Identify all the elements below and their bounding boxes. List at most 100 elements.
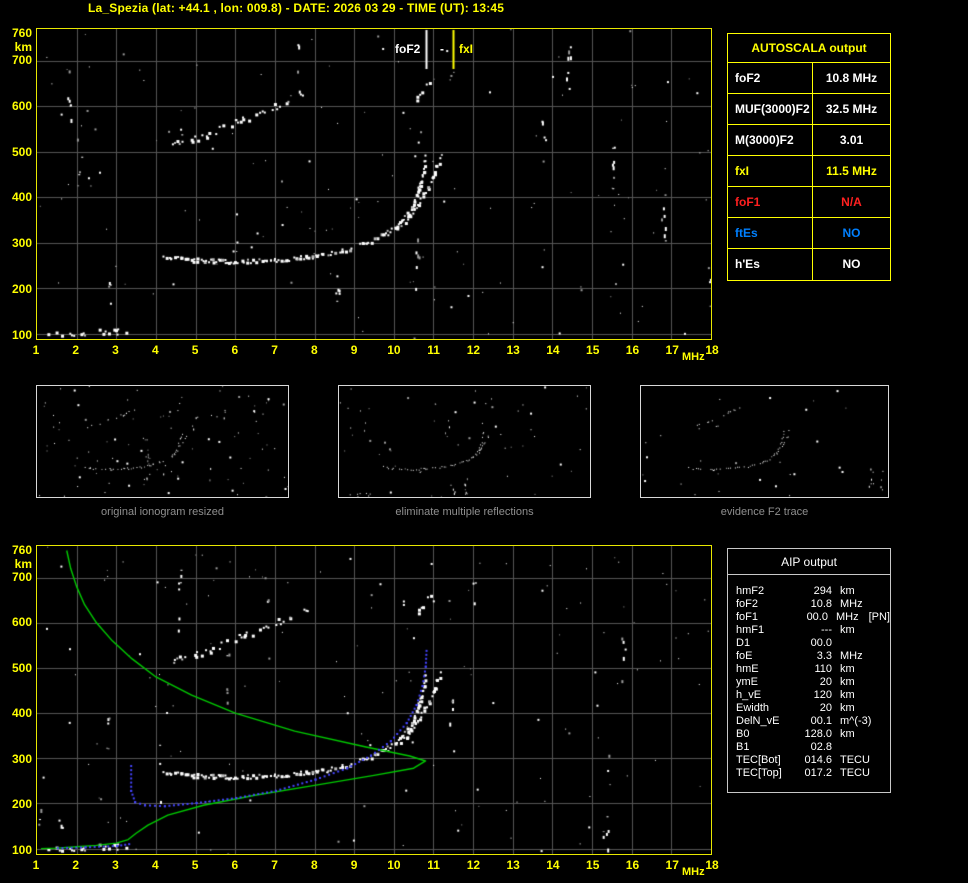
autoscala-row: foF1N/A — [728, 187, 890, 218]
station-header: La_Spezia (lat: +44.1 , lon: 009.8) - DA… — [88, 1, 504, 15]
x-tick-label: 1 — [24, 343, 48, 357]
autoscala-row-label: MUF(3000)F2 — [728, 94, 813, 124]
ionogram-plot-top — [36, 28, 712, 340]
aip-unit: MHz — [836, 611, 859, 624]
x-axis-unit-label: MHz — [682, 351, 705, 363]
autoscala-row: h'EsNO — [728, 249, 890, 280]
autoscala-row: ftEsNO — [728, 218, 890, 249]
aip-value: 20 — [794, 676, 832, 689]
aip-unit: km — [840, 585, 855, 598]
autoscala-table: AUTOSCALA output foF210.8 MHzMUF(3000)F2… — [727, 33, 891, 281]
autoscala-row-value: NO — [813, 249, 890, 280]
y-tick-label: 760 — [2, 26, 32, 40]
aip-value: 02.8 — [794, 741, 832, 754]
aip-value: 10.8 — [794, 598, 832, 611]
aip-row: h_vE120km — [736, 689, 890, 702]
x-tick-label: 11 — [422, 343, 446, 357]
thumbnail-original-canvas — [37, 386, 288, 497]
aip-unit: km — [840, 676, 855, 689]
autoscala-row-value: N/A — [813, 187, 890, 217]
aip-value: 294 — [794, 585, 832, 598]
autoscala-table-header: AUTOSCALA output — [728, 34, 890, 63]
aip-row: hmE110km — [736, 663, 890, 676]
aip-unit: MHz — [840, 650, 863, 663]
autoscala-table-rows: foF210.8 MHzMUF(3000)F232.5 MHzM(3000)F2… — [728, 63, 890, 280]
x-tick-label: 7 — [263, 858, 287, 872]
aip-unit: km — [840, 624, 855, 637]
x-tick-label: 17 — [660, 858, 684, 872]
x-tick-label: 11 — [422, 858, 446, 872]
autoscala-row-value: 10.8 MHz — [813, 63, 890, 93]
aip-label: TEC[Bot] — [736, 754, 794, 767]
x-tick-label: 4 — [143, 343, 167, 357]
autoscala-row-label: ftEs — [728, 218, 813, 248]
x-tick-label: 3 — [104, 858, 128, 872]
aip-unit: km — [840, 689, 855, 702]
autoscala-row-value: 11.5 MHz — [813, 156, 890, 186]
autoscala-row-label: foF2 — [728, 63, 813, 93]
y-tick-label: 300 — [2, 752, 32, 766]
aip-value: 00.0 — [794, 637, 832, 650]
aip-table: AIP output hmF2294kmfoF210.8MHzfoF100.0M… — [727, 548, 891, 793]
x-tick-label: 1 — [24, 858, 48, 872]
x-tick-label: 16 — [620, 343, 644, 357]
aip-label: foF1 — [736, 611, 792, 624]
thumbnail-no-multiples-canvas — [339, 386, 590, 497]
fof2-marker-label: foF2 — [395, 42, 420, 56]
aip-row: DelN_vE00.1m^(-3) — [736, 715, 890, 728]
autoscala-row-label: foF1 — [728, 187, 813, 217]
aip-value: 3.3 — [794, 650, 832, 663]
x-tick-label: 13 — [501, 343, 525, 357]
y-tick-label: 200 — [2, 282, 32, 296]
aip-unit: TECU — [840, 767, 870, 780]
aip-label: ymE — [736, 676, 794, 689]
thumbnail-f2-trace-caption: evidence F2 trace — [640, 506, 889, 518]
autoscala-row: fxI11.5 MHz — [728, 156, 890, 187]
y-tick-label: 400 — [2, 190, 32, 204]
aip-label: h_vE — [736, 689, 794, 702]
autoscala-row: MUF(3000)F232.5 MHz — [728, 94, 890, 125]
x-tick-label: 12 — [461, 343, 485, 357]
x-tick-label: 6 — [223, 343, 247, 357]
aip-unit: km — [840, 702, 855, 715]
thumbnail-original-caption: original ionogram resized — [36, 506, 289, 518]
aip-label: Ewidth — [736, 702, 794, 715]
thumbnail-no-multiples — [338, 385, 591, 498]
x-tick-label: 6 — [223, 858, 247, 872]
x-tick-label: 13 — [501, 858, 525, 872]
aip-row: TEC[Bot]014.6TECU — [736, 754, 890, 767]
ionogram-plot-bottom — [36, 545, 712, 855]
aip-label: hmE — [736, 663, 794, 676]
autoscala-row-label: fxI — [728, 156, 813, 186]
aip-table-rows: hmF2294kmfoF210.8MHzfoF100.0MHz[PN]hmF1-… — [728, 575, 890, 780]
autoscala-row: foF210.8 MHz — [728, 63, 890, 94]
aip-row: D100.0 — [736, 637, 890, 650]
autoscala-window: La_Spezia (lat: +44.1 , lon: 009.8) - DA… — [0, 0, 968, 883]
aip-row: B102.8 — [736, 741, 890, 754]
autoscala-row-label: h'Es — [728, 249, 813, 280]
autoscala-row-value: 32.5 MHz — [813, 94, 890, 124]
aip-row: foE3.3MHz — [736, 650, 890, 663]
aip-label: D1 — [736, 637, 794, 650]
autoscala-row-value: 3.01 — [813, 125, 890, 155]
marker-separator: - — [440, 42, 444, 56]
aip-label: hmF2 — [736, 585, 794, 598]
y-axis-unit-label: km — [2, 557, 32, 571]
autoscala-row: M(3000)F23.01 — [728, 125, 890, 156]
aip-value: 014.6 — [794, 754, 832, 767]
aip-label: hmF1 — [736, 624, 794, 637]
x-tick-label: 10 — [382, 343, 406, 357]
aip-extra: [PN] — [869, 611, 890, 624]
x-tick-label: 12 — [461, 858, 485, 872]
y-tick-label: 100 — [2, 843, 32, 857]
aip-row: B0128.0km — [736, 728, 890, 741]
autoscala-row-value: NO — [813, 218, 890, 248]
aip-unit: km — [840, 728, 855, 741]
aip-row: ymE20 km — [736, 676, 890, 689]
aip-row: foF100.0MHz[PN] — [736, 611, 890, 624]
y-tick-label: 500 — [2, 145, 32, 159]
x-tick-label: 10 — [382, 858, 406, 872]
aip-value: 110 — [794, 663, 832, 676]
aip-row: Ewidth20km — [736, 702, 890, 715]
ionogram-bottom-canvas — [37, 546, 711, 854]
